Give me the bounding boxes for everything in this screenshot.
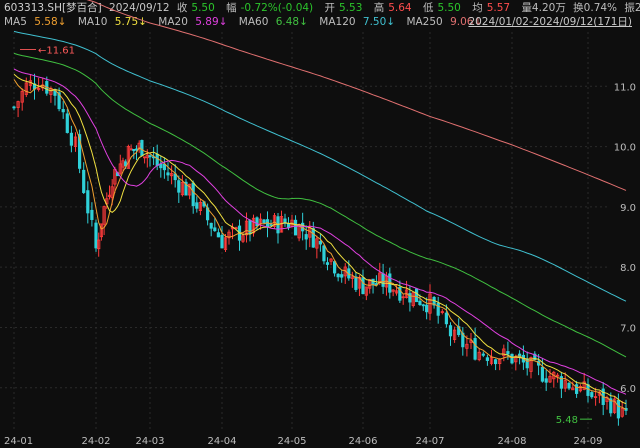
candle-body: [177, 180, 181, 193]
y-tick-label: 11.0: [614, 82, 636, 93]
candle-body: [216, 232, 220, 238]
candle-body: [332, 261, 337, 274]
x-tick-label: 24-08: [497, 436, 526, 447]
candle-body: [567, 382, 571, 389]
candle-body: [414, 288, 419, 303]
candle-body: [444, 312, 449, 325]
x-tick-label: 24-09: [573, 436, 602, 447]
candle-body: [195, 202, 199, 209]
y-tick-label: 8.0: [620, 263, 636, 274]
x-tick-label: 24-02: [81, 436, 110, 447]
candle-body: [262, 219, 266, 224]
candle-body: [304, 234, 308, 240]
candle-body: [493, 359, 498, 365]
candle-body: [86, 190, 90, 214]
y-tick-label: 6.0: [620, 384, 636, 395]
candle-body: [586, 384, 590, 396]
ma250-line: [86, 0, 627, 191]
y-tick-label: 10.0: [614, 143, 636, 154]
candle-body: [90, 209, 94, 220]
moving-average-lines: [13, 0, 627, 411]
x-tick-label: 24-01: [4, 436, 33, 447]
candle-body: [340, 274, 344, 278]
candle-body: [325, 262, 330, 265]
y-tick-label: 9.0: [620, 203, 636, 214]
candle-body: [213, 227, 217, 232]
candle-body: [448, 325, 453, 337]
candle-body: [12, 106, 16, 109]
candle-body: [148, 155, 152, 158]
candle-body: [134, 148, 139, 151]
candle-body: [61, 108, 65, 113]
candle-body: [336, 273, 340, 278]
candle-body: [140, 140, 144, 156]
x-tick-label: 24-06: [348, 436, 377, 447]
candle-body: [381, 273, 385, 287]
candle-body: [94, 222, 98, 249]
candle-body: [473, 338, 477, 360]
candle-body: [82, 169, 86, 193]
candle-body: [575, 384, 579, 394]
candle-body: [616, 400, 621, 419]
candle-body: [354, 276, 358, 290]
candle-body: [132, 149, 136, 152]
candle-body: [220, 234, 224, 249]
candle-body: [544, 378, 548, 383]
candle-body: [166, 172, 170, 176]
candle-body: [485, 357, 490, 361]
candle-body: [481, 353, 485, 356]
candle-body: [361, 277, 365, 295]
candles: [12, 73, 628, 426]
candle-body: [293, 219, 298, 236]
x-tick-label: 24-04: [207, 436, 236, 447]
candle-body: [65, 113, 69, 133]
min-price-label: 5.48: [556, 415, 578, 426]
candle-body: [191, 182, 195, 207]
candle-body: [318, 240, 323, 245]
max-price-label: ←11.61: [38, 45, 75, 56]
ma60-line: [13, 52, 627, 358]
candle-body: [506, 351, 510, 355]
candle-body: [269, 224, 273, 226]
candle-body: [590, 392, 594, 398]
candle-body: [510, 353, 514, 364]
candle-body: [255, 217, 259, 227]
candle-body: [311, 228, 315, 248]
x-tick-label: 24-05: [277, 436, 306, 447]
x-tick-label: 24-03: [135, 436, 164, 447]
candle-body: [69, 132, 73, 146]
candle-body: [418, 300, 422, 306]
candlestick-chart[interactable]: 6.0 7.0 8.0 9.0 10.0 11.0 24-01 24-02 24-03 24-04…: [0, 0, 640, 448]
candle-body: [540, 366, 545, 382]
candle-body: [159, 163, 163, 169]
ma120-line: [13, 30, 627, 302]
ma20-line: [13, 68, 627, 395]
y-tick-label: 7.0: [620, 323, 636, 334]
candle-body: [436, 302, 440, 316]
candle-body: [425, 304, 429, 313]
candle-body: [209, 222, 213, 229]
candle-body: [421, 304, 425, 307]
candle-body: [322, 245, 326, 262]
candle-body: [155, 153, 159, 166]
x-tick-label: 24-07: [415, 436, 444, 447]
